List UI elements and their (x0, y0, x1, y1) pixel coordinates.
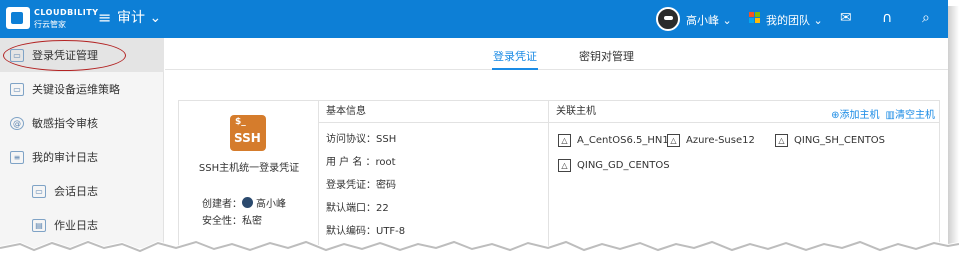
linux-host-icon: △ (667, 134, 680, 147)
team-logo-icon (749, 12, 761, 24)
mail-icon[interactable]: ✉ (840, 9, 852, 27)
host-actions: ⊕添加主机 ▥清空主机 (831, 106, 935, 121)
linux-host-icon: △ (558, 159, 571, 172)
module-label: 审计 (117, 10, 145, 26)
info-port: 默认端口：22 (326, 203, 389, 214)
chevron-down-icon: ⌄ (810, 14, 823, 27)
basic-info-title: 基本信息 (319, 101, 548, 123)
user-avatar[interactable] (656, 7, 680, 31)
creator-row: 创建者： 高小峰 (202, 195, 286, 210)
command-review-icon: @ (10, 116, 24, 130)
host-item[interactable]: △ Azure-Suse12 (667, 134, 755, 147)
brand-subtitle: 行云管家 (34, 20, 66, 29)
chevron-down-icon: ⌄ (719, 14, 732, 27)
sidebar-item-audit-log[interactable]: ≡ 我的审计日志 (0, 140, 164, 174)
security-row: 安全性：私密 (202, 216, 262, 227)
search-icon[interactable]: ⌕ (922, 9, 930, 27)
sidebar-item-label: 关键设备运维策略 (32, 83, 120, 96)
basic-info-section: 基本信息 访问协议：SSH 用 户 名 ：root 登录凭证：密码 默认端口：2… (319, 101, 549, 251)
host-item[interactable]: △ A_CentOS6.5_HN1 (558, 134, 669, 147)
brand-name: CLOUDBILITY (34, 8, 99, 17)
page-shadow (948, 6, 959, 246)
trash-icon: ▥ (885, 110, 895, 121)
creator-label: 创建者： (202, 199, 242, 210)
menu-icon[interactable]: ≡ (98, 10, 111, 26)
creator-name: 高小峰 (256, 199, 286, 210)
team-menu[interactable]: 我的团队 ⌄ (766, 12, 823, 28)
chevron-down-icon: ⌄ (145, 10, 162, 26)
linked-hosts-section: 关联主机 ⊕添加主机 ▥清空主机 △ A_CentOS6.5_HN1 △ Azu… (549, 101, 939, 251)
creator-avatar (242, 197, 253, 208)
audit-log-icon: ≡ (10, 150, 24, 164)
ssh-terminal-icon: $_ SSH (230, 115, 266, 151)
headset-icon[interactable]: ∩ (882, 9, 892, 27)
sidebar-item-label: 敏感指令审核 (32, 117, 98, 130)
sidebar-item-label: 作业日志 (54, 219, 98, 232)
sidebar-item-command-review[interactable]: @ 敏感指令审核 (0, 106, 164, 140)
module-switcher[interactable]: 审计 ⌄ (117, 10, 161, 26)
job-log-icon: ▤ (32, 218, 46, 232)
user-menu[interactable]: 高小峰 ⌄ (686, 12, 732, 28)
user-name: 高小峰 (686, 14, 719, 27)
session-log-icon: ▭ (32, 184, 46, 198)
torn-edge-decoration (0, 240, 959, 267)
tab-bar: 登录凭证 密钥对管理 (165, 38, 948, 70)
credential-name: SSH主机统一登录凭证 (198, 163, 300, 174)
credential-summary: $_ SSH SSH主机统一登录凭证 创建者： 高小峰 安全性：私密 (179, 101, 319, 251)
sidebar-item-session-log[interactable]: ▭ 会话日志 (0, 174, 164, 208)
host-item[interactable]: △ QING_GD_CENTOS (558, 159, 670, 172)
tab-key-pairs[interactable]: 密钥对管理 (579, 48, 634, 64)
highlight-annotation (3, 40, 126, 71)
info-protocol: 访问协议：SSH (326, 134, 397, 145)
top-navigation-bar: CLOUDBILITY 行云管家 ≡ 审计 ⌄ 高小峰 ⌄ 我的团队 ⌄ ✉ ∩… (0, 0, 948, 38)
host-item[interactable]: △ QING_SH_CENTOS (775, 134, 885, 147)
sidebar-item-label: 我的审计日志 (32, 151, 98, 164)
sidebar-item-label: 会话日志 (54, 185, 98, 198)
linux-host-icon: △ (775, 134, 788, 147)
tab-login-credentials[interactable]: 登录凭证 (493, 48, 537, 64)
cloudbility-logo-icon[interactable] (6, 7, 30, 29)
sidebar-item-device-policy[interactable]: ▭ 关键设备运维策略 (0, 72, 164, 106)
info-username: 用 户 名 ：root (326, 157, 396, 168)
device-policy-icon: ▭ (10, 82, 24, 96)
linux-host-icon: △ (558, 134, 571, 147)
clear-hosts-button[interactable]: ▥清空主机 (886, 106, 935, 121)
active-tab-indicator (492, 68, 538, 70)
info-credential-type: 登录凭证：密码 (326, 180, 396, 191)
add-host-button[interactable]: ⊕添加主机 (831, 106, 879, 121)
info-encoding: 默认编码：UTF-8 (326, 226, 406, 237)
team-label: 我的团队 (766, 14, 810, 27)
credential-card: $_ SSH SSH主机统一登录凭证 创建者： 高小峰 安全性：私密 基本信息 … (178, 100, 940, 251)
